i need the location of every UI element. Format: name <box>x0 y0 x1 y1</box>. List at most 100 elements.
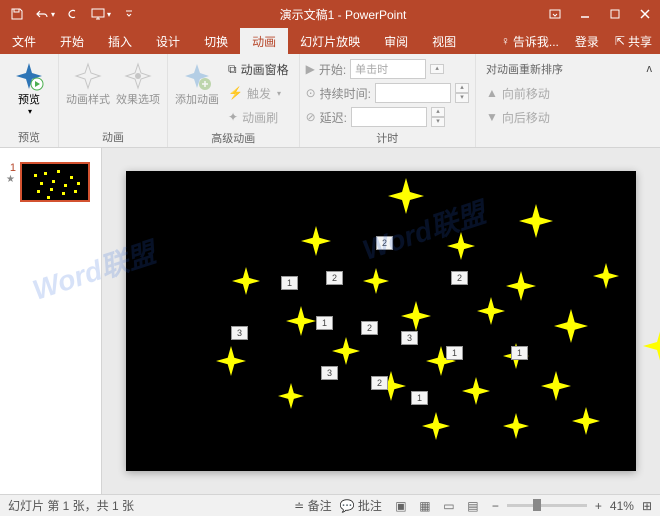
tab-animations[interactable]: 动画 <box>240 28 288 54</box>
star-shape[interactable] <box>519 204 553 238</box>
redo-button[interactable] <box>60 2 86 26</box>
star-shape[interactable] <box>462 377 490 405</box>
window-controls <box>540 0 660 28</box>
ribbon-tabs: 文件 开始 插入 设计 切换 动画 幻灯片放映 审阅 视图 ♀告诉我... 登录… <box>0 28 660 54</box>
star-shape[interactable] <box>332 337 360 365</box>
status-bar: 幻灯片 第 1 张，共 1 张 ≐ 备注 💬 批注 ▣ ▦ ▭ ▤ − + 41… <box>0 494 660 516</box>
window-title: 演示文稿1 - PowerPoint <box>146 6 540 23</box>
painter-icon: ✦ <box>228 110 238 124</box>
animation-pane-button[interactable]: ⧉动画窗格 <box>224 58 293 80</box>
ribbon: 预览 ▾ 预览 动画样式 效果选项 动画 添加动画 ⧉动画窗格 <box>0 54 660 148</box>
duration-icon: ⊙ <box>306 86 316 100</box>
comments-button[interactable]: 💬 批注 <box>340 497 382 514</box>
title-bar: ▾ ▾ 演示文稿1 - PowerPoint <box>0 0 660 28</box>
animation-order-tag[interactable]: 1 <box>446 346 463 360</box>
animation-order-tag[interactable]: 2 <box>361 321 378 335</box>
undo-button[interactable]: ▾ <box>32 2 58 26</box>
zoom-slider[interactable] <box>507 504 587 507</box>
reading-view-button[interactable]: ▭ <box>438 497 460 515</box>
tab-insert[interactable]: 插入 <box>96 28 144 54</box>
star-shape[interactable] <box>301 226 331 256</box>
zoom-out-button[interactable]: − <box>492 499 499 513</box>
share-button[interactable]: ⇱共享 <box>607 33 660 50</box>
slideshow-view-button[interactable]: ▤ <box>462 497 484 515</box>
star-shape[interactable] <box>593 263 619 289</box>
star-shape[interactable] <box>554 309 588 343</box>
animation-order-tag[interactable]: 2 <box>451 271 468 285</box>
effect-options-icon <box>122 60 154 92</box>
tab-transitions[interactable]: 切换 <box>192 28 240 54</box>
add-animation-button: 添加动画 <box>174 56 220 111</box>
star-shape[interactable] <box>232 267 260 295</box>
animation-painter-button: ✦动画刷 <box>224 106 293 128</box>
star-shape[interactable] <box>506 271 536 301</box>
star-shape[interactable] <box>363 268 389 294</box>
animation-order-tag[interactable]: 1 <box>281 276 298 290</box>
delay-icon: ⊘ <box>306 110 316 124</box>
star-shape[interactable] <box>503 413 529 439</box>
fit-window-button[interactable]: ⊞ <box>642 499 652 513</box>
notes-button[interactable]: ≐ 备注 <box>294 497 331 514</box>
slide-thumbnail[interactable]: 1 ★ <box>6 162 95 202</box>
login-button[interactable]: 登录 <box>567 33 607 50</box>
tab-file[interactable]: 文件 <box>0 28 48 54</box>
star-shape[interactable] <box>477 297 505 325</box>
star-shape[interactable] <box>643 328 660 364</box>
tab-review[interactable]: 审阅 <box>372 28 420 54</box>
thumbnail-preview <box>20 162 90 202</box>
delay-input[interactable] <box>351 107 427 127</box>
lightbulb-icon: ♀ <box>501 34 510 48</box>
normal-view-button[interactable]: ▣ <box>390 497 412 515</box>
group-animation: 动画样式 效果选项 动画 <box>59 54 168 147</box>
star-shape[interactable] <box>422 412 450 440</box>
animation-order-tag[interactable]: 3 <box>231 326 248 340</box>
up-arrow-icon: ▲ <box>486 86 498 100</box>
animation-order-tag[interactable]: 2 <box>326 271 343 285</box>
maximize-button[interactable] <box>600 0 630 28</box>
collapse-ribbon-button[interactable]: ʌ <box>643 58 657 80</box>
zoom-in-button[interactable]: + <box>595 499 602 513</box>
spin-up: ▴ <box>430 64 444 74</box>
tab-design[interactable]: 设计 <box>144 28 192 54</box>
star-shape[interactable] <box>278 383 304 409</box>
animation-order-tag[interactable]: 2 <box>371 376 388 390</box>
slide-canvas[interactable]: 2 1 2 2 3 1 2 3 1 1 3 2 1 <box>126 171 636 471</box>
animation-order-tag[interactable]: 2 <box>376 236 393 250</box>
close-button[interactable] <box>630 0 660 28</box>
reorder-title: 对动画重新排序 <box>482 58 567 80</box>
animation-indicator-icon: ★ <box>6 174 16 185</box>
animation-order-tag[interactable]: 1 <box>511 346 528 360</box>
slide-editor[interactable]: 2 1 2 2 3 1 2 3 1 1 3 2 1 <box>102 148 660 494</box>
start-input[interactable] <box>350 59 426 79</box>
star-shape[interactable] <box>286 306 316 336</box>
animation-order-tag[interactable]: 3 <box>321 366 338 380</box>
sorter-view-button[interactable]: ▦ <box>414 497 436 515</box>
workspace: 1 ★ 2 1 2 2 3 1 2 3 1 1 3 2 1 <box>0 148 660 494</box>
save-button[interactable] <box>4 2 30 26</box>
group-advanced-animation: 添加动画 ⧉动画窗格 ⚡触发▾ ✦动画刷 高级动画 <box>168 54 300 147</box>
start-slideshow-button[interactable]: ▾ <box>88 2 114 26</box>
star-shape[interactable] <box>216 346 246 376</box>
tell-me-button[interactable]: ♀告诉我... <box>493 33 567 50</box>
minimize-button[interactable] <box>570 0 600 28</box>
share-icon: ⇱ <box>615 34 625 48</box>
star-shape[interactable] <box>388 178 424 214</box>
down-arrow-icon: ▼ <box>486 110 498 124</box>
tab-view[interactable]: 视图 <box>420 28 468 54</box>
duration-input[interactable] <box>375 83 451 103</box>
star-shape[interactable] <box>541 371 571 401</box>
zoom-level[interactable]: 41% <box>610 499 634 513</box>
qat-customize-button[interactable] <box>116 2 142 26</box>
trigger-button: ⚡触发▾ <box>224 82 293 104</box>
preview-button[interactable]: 预览 ▾ <box>6 56 52 120</box>
animation-order-tag[interactable]: 1 <box>411 391 428 405</box>
animation-order-tag[interactable]: 3 <box>401 331 418 345</box>
animation-order-tag[interactable]: 1 <box>316 316 333 330</box>
effect-options-button: 效果选项 <box>115 56 161 111</box>
star-shape[interactable] <box>401 301 431 331</box>
star-shape[interactable] <box>447 232 475 260</box>
tab-home[interactable]: 开始 <box>48 28 96 54</box>
star-shape[interactable] <box>572 407 600 435</box>
ribbon-options-button[interactable] <box>540 0 570 28</box>
tab-slideshow[interactable]: 幻灯片放映 <box>288 28 372 54</box>
